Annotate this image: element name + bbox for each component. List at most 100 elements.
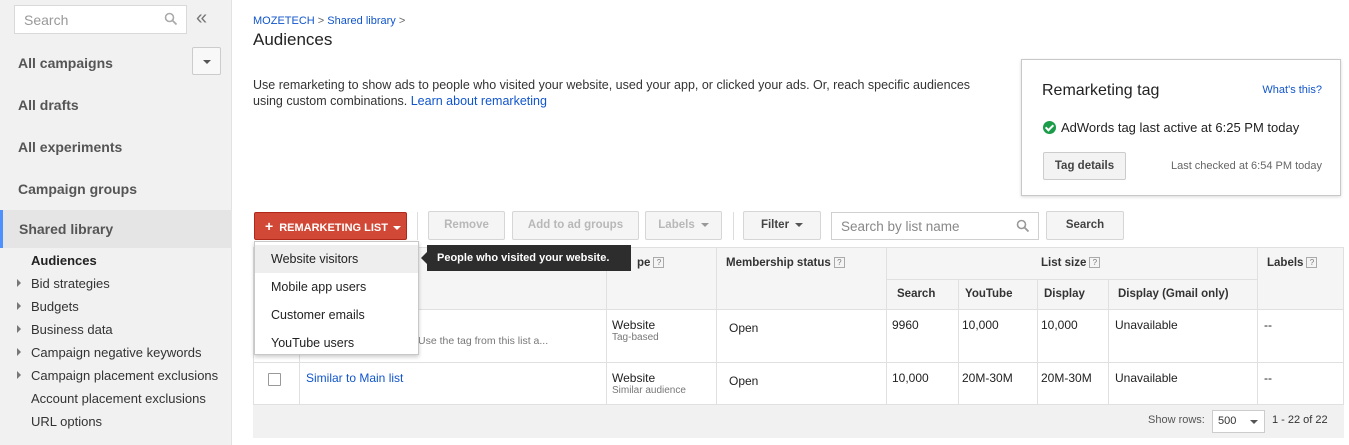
toolbar-divider: [733, 212, 734, 240]
row-checkbox[interactable]: [268, 373, 281, 386]
collapse-sidebar-icon[interactable]: «: [196, 7, 207, 29]
breadcrumb-separator: >: [317, 15, 325, 27]
expand-arrow-icon[interactable]: [17, 302, 21, 310]
column-divider: [1037, 279, 1038, 404]
sidebar-item-label: Shared library: [19, 221, 114, 237]
row-subtype: Similar audience: [612, 385, 686, 396]
menu-item-customer-emails[interactable]: Customer emails: [255, 301, 418, 329]
remarketing-list-button[interactable]: + REMARKETING LIST: [254, 212, 407, 240]
sidebar-link-all-experiments[interactable]: All experiments: [18, 139, 122, 155]
filter-label: Filter: [760, 219, 790, 231]
column-header-display[interactable]: Display: [1044, 288, 1085, 300]
column-header-membership[interactable]: Membership status?: [726, 257, 845, 269]
sidebar-subitem-url-options[interactable]: URL options: [31, 414, 102, 429]
chevron-down-icon: [795, 222, 804, 227]
search-button[interactable]: Search: [1046, 211, 1124, 240]
column-header-gmail[interactable]: Display (Gmail only): [1118, 288, 1229, 300]
row-size-youtube: 20M-30M: [962, 371, 1013, 385]
column-header-type[interactable]: pe?: [637, 257, 665, 269]
sidebar-subitem-audiences[interactable]: Audiences: [31, 253, 97, 268]
help-icon[interactable]: ?: [653, 257, 665, 269]
sidebar-subitem-campaign-placement-exclusions[interactable]: Campaign placement exclusions: [31, 368, 218, 383]
row-size-gmail: Unavailable: [1115, 371, 1178, 385]
row-membership: Open: [729, 321, 759, 335]
menu-item-mobile-app-users[interactable]: Mobile app users: [255, 273, 418, 301]
sidebar-subitem-business-data[interactable]: Business data: [31, 322, 113, 337]
breadcrumb: MOZETECH > Shared library >: [253, 15, 405, 27]
expand-arrow-icon[interactable]: [17, 325, 21, 333]
remove-button[interactable]: Remove: [428, 211, 505, 240]
row-size-search: 10,000: [892, 371, 929, 385]
help-icon[interactable]: ?: [1089, 257, 1101, 269]
breadcrumb-shared-library[interactable]: Shared library: [327, 15, 395, 27]
menu-item-website-visitors[interactable]: Website visitors: [255, 245, 418, 273]
row-subtype: Tag-based: [612, 332, 659, 343]
column-header-youtube[interactable]: YouTube: [965, 288, 1012, 300]
learn-more-link[interactable]: Learn about remarketing: [411, 94, 547, 108]
remarketing-tag-card: Remarketing tag What's this? AdWords tag…: [1021, 59, 1341, 196]
column-divider: [886, 248, 887, 404]
row-labels: --: [1264, 371, 1272, 385]
row-description: Use the tag from this list a...: [418, 335, 549, 347]
rows-per-page-select[interactable]: 500: [1212, 410, 1265, 433]
sidebar-search[interactable]: [14, 5, 187, 34]
whats-this-link[interactable]: What's this?: [1262, 84, 1322, 96]
row-size-search: 9960: [892, 318, 919, 332]
sidebar-subitem-campaign-negative-keywords[interactable]: Campaign negative keywords: [31, 345, 202, 360]
row-divider: [254, 362, 1343, 363]
sidebar-subitem-account-placement-exclusions[interactable]: Account placement exclusions: [31, 391, 206, 406]
sidebar-link-campaign-groups[interactable]: Campaign groups: [18, 181, 137, 197]
column-header-labels[interactable]: Labels?: [1267, 257, 1318, 269]
last-checked-text: Last checked at 6:54 PM today: [1170, 160, 1322, 172]
chevron-down-icon: [392, 226, 401, 231]
row-labels: --: [1264, 318, 1272, 332]
table-footer: Show rows: 500 1 - 22 of 22: [253, 405, 1344, 438]
column-header-type-label: pe: [637, 257, 651, 269]
breadcrumb-mozetech[interactable]: MOZETECH: [253, 15, 315, 27]
campaigns-dropdown-button[interactable]: [192, 47, 221, 75]
sidebar-search-input[interactable]: [15, 6, 163, 33]
breadcrumb-separator: >: [398, 15, 406, 27]
column-divider: [958, 279, 959, 404]
expand-arrow-icon[interactable]: [17, 348, 21, 356]
search-icon[interactable]: [164, 12, 178, 26]
list-search-input[interactable]: [832, 213, 1012, 239]
labels-button[interactable]: Labels: [645, 211, 722, 240]
sidebar-subitem-bid-strategies[interactable]: Bid strategies: [31, 276, 110, 291]
remarketing-list-menu: Website visitors Mobile app users Custom…: [254, 241, 419, 355]
sidebar-link-all-campaigns[interactable]: All campaigns: [18, 55, 113, 71]
sidebar-item-shared-library[interactable]: Shared library: [0, 210, 232, 248]
intro-body: Use remarketing to show ads to people wh…: [253, 78, 971, 108]
expand-arrow-icon[interactable]: [17, 371, 21, 379]
column-divider: [716, 248, 717, 404]
tag-details-button[interactable]: Tag details: [1043, 152, 1126, 180]
sidebar-subitem-budgets[interactable]: Budgets: [31, 299, 79, 314]
show-rows-label: Show rows:: [1148, 414, 1205, 426]
row-size-display: 20M-30M: [1041, 371, 1092, 385]
sidebar: « All campaigns All drafts All experimen…: [0, 0, 232, 445]
search-icon: [1016, 219, 1030, 233]
column-header-search[interactable]: Search: [897, 288, 935, 300]
row-list-name-link[interactable]: Similar to Main list: [306, 371, 403, 385]
menu-tooltip: People who visited your website.: [421, 245, 631, 271]
intro-text: Use remarketing to show ads to people wh…: [253, 77, 973, 109]
column-header-membership-label: Membership status: [726, 257, 831, 269]
row-membership: Open: [729, 374, 759, 388]
chevron-down-icon: [203, 60, 211, 64]
sidebar-link-all-drafts[interactable]: All drafts: [18, 97, 79, 113]
header-divider: [886, 279, 1257, 280]
help-icon[interactable]: ?: [833, 257, 845, 269]
menu-item-youtube-users[interactable]: YouTube users: [255, 329, 418, 357]
row-size-display: 10,000: [1041, 318, 1078, 332]
row-type: Website: [612, 318, 656, 332]
column-divider: [606, 248, 607, 404]
filter-button[interactable]: Filter: [743, 211, 821, 240]
row-size-gmail: Unavailable: [1115, 318, 1178, 332]
labels-label: Labels: [658, 219, 695, 231]
help-icon[interactable]: ?: [1306, 257, 1318, 269]
chevron-down-icon: [700, 222, 709, 227]
add-to-ad-groups-button[interactable]: Add to ad groups: [512, 211, 639, 240]
page-title: Audiences: [253, 30, 333, 49]
list-search-box[interactable]: [831, 212, 1039, 240]
expand-arrow-icon[interactable]: [17, 279, 21, 287]
